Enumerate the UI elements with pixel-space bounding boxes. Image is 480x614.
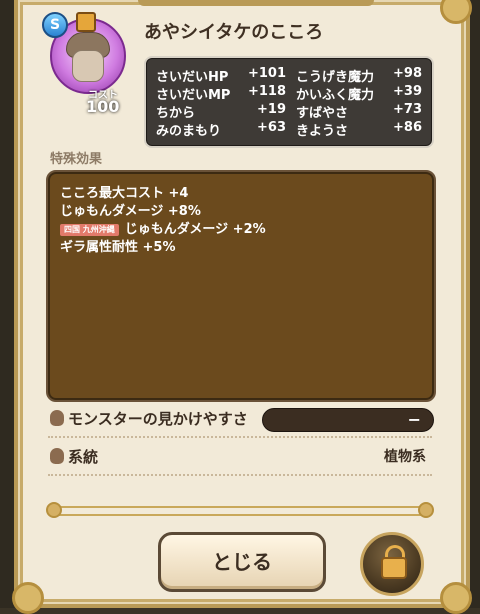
- ornament-corner-icon: [440, 582, 472, 614]
- stats-panel: さいだいHP +101 こうげき魔力 +98 さいだいMP +118 かいふく魔…: [144, 56, 434, 148]
- cost-value: 100: [86, 97, 120, 116]
- heart-portrait: S コスト 100: [42, 12, 174, 116]
- stat-value: +63: [257, 120, 286, 135]
- effect-line-with-tag: 四国 九州沖縄 じゅもんダメージ +2%: [60, 218, 266, 237]
- mushroom-face-icon: [72, 50, 104, 82]
- region-tag: 四国 九州沖縄: [60, 223, 119, 236]
- stat-label: ちから: [156, 106, 196, 121]
- stat-label: みのまもり: [156, 124, 222, 139]
- stat-label: かいふく魔力: [296, 88, 375, 103]
- lineage-value: 植物系: [384, 449, 426, 465]
- stat-label: さいだいMP: [156, 88, 231, 103]
- stat-label: すばやさ: [296, 106, 349, 121]
- stat-value: +98: [393, 66, 422, 81]
- effect-line: じゅもんダメージ +8%: [60, 204, 201, 219]
- stat-value: +86: [393, 120, 422, 135]
- stat-label: さいだいHP: [156, 70, 229, 85]
- effect-line: ギラ属性耐性 +5%: [60, 240, 176, 255]
- special-effects-box: こころ最大コスト +4 じゅもんダメージ +8% 四国 九州沖縄 じゅもんダメージ…: [46, 170, 436, 402]
- effect-line: こころ最大コスト +4: [60, 186, 189, 201]
- lock-icon: [381, 557, 407, 579]
- lock-toggle-button[interactable]: [360, 532, 424, 596]
- appearance-value: −: [407, 410, 421, 429]
- appearance-bar: −: [262, 408, 434, 432]
- stat-label: こうげき魔力: [296, 70, 375, 85]
- stat-value: +118: [247, 84, 286, 99]
- rarity-badge: S: [42, 12, 68, 38]
- panel-top-tab: [138, 0, 374, 6]
- stat-value: +73: [393, 102, 422, 117]
- special-effects-label: 特殊効果: [50, 152, 103, 167]
- close-button[interactable]: とじる: [158, 532, 326, 592]
- ornament-corner-icon: [440, 0, 472, 24]
- lock-icon: [76, 12, 96, 32]
- stat-value: +101: [247, 66, 286, 81]
- heart-title: あやシイタケのこころ: [144, 22, 324, 43]
- appearance-label: モンスターの見かけやすさ: [68, 410, 248, 428]
- dotted-divider: [48, 436, 432, 438]
- stat-value: +39: [393, 84, 422, 99]
- lineage-row: 系統 植物系: [48, 442, 432, 474]
- bullet-drop-icon: [50, 410, 64, 426]
- bullet-drop-icon: [50, 448, 64, 464]
- lineage-label: 系統: [68, 448, 99, 466]
- dotted-divider: [48, 474, 432, 476]
- ornament-divider: [46, 502, 434, 518]
- stat-value: +19: [257, 102, 286, 117]
- effect-line: じゅもんダメージ +2%: [124, 222, 266, 237]
- appearance-row: モンスターの見かけやすさ −: [48, 404, 434, 436]
- stat-label: きようさ: [296, 124, 349, 139]
- ornament-corner-icon: [12, 582, 44, 614]
